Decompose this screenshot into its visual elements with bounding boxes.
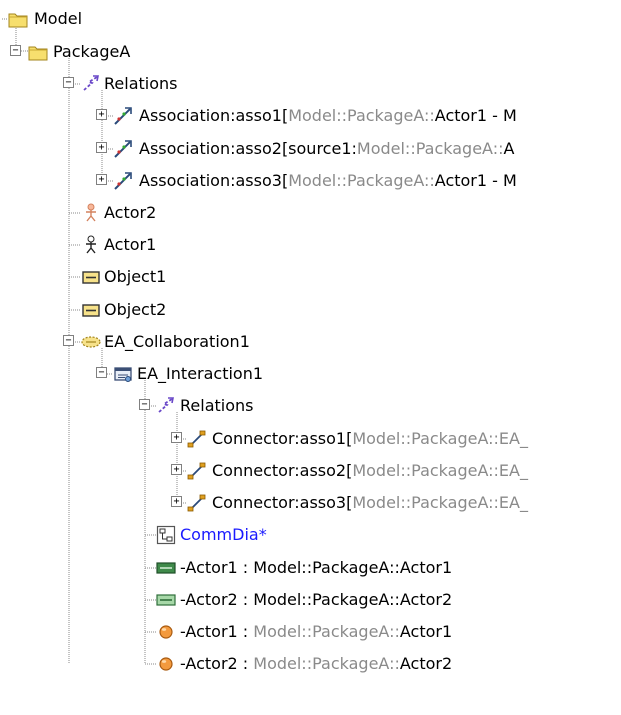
connector-asso2-node[interactable]: + Connector:asso2[Model::PackageA::EA_ xyxy=(0,455,621,487)
actor2-part-label: -Actor2 : Model::PackageA::Actor2 xyxy=(180,590,453,609)
ea-collaboration1-label: EA_Collaboration1 xyxy=(104,332,250,351)
association-icon xyxy=(113,106,133,126)
association-asso2-node[interactable]: + Association:asso2[source1:Model::Packa… xyxy=(0,133,621,165)
interaction-icon xyxy=(113,364,133,384)
actor2-node[interactable]: Actor2 xyxy=(0,197,621,229)
relations-node-2[interactable]: − Relations xyxy=(0,390,621,422)
connector-icon xyxy=(187,493,207,513)
model-node[interactable]: Model xyxy=(0,3,621,35)
expand-toggle[interactable]: + xyxy=(96,109,107,120)
object-icon xyxy=(81,267,101,287)
actor2-lifeline-node[interactable]: -Actor2 : Model::PackageA::Actor2 xyxy=(0,648,621,680)
actor1-lifeline-label: -Actor1 : Model::PackageA::Actor1 xyxy=(180,622,453,641)
connector-asso2-label: Connector:asso2[Model::PackageA::EA_ xyxy=(212,461,528,480)
expand-toggle[interactable]: + xyxy=(171,432,182,443)
ea-interaction1-node[interactable]: − EA_Interaction1 xyxy=(0,358,621,390)
actor1-node[interactable]: Actor1 xyxy=(0,229,621,261)
commdia-node[interactable]: CommDia* xyxy=(0,519,621,551)
model-node-label: Model xyxy=(34,9,83,28)
ea-collaboration1-node[interactable]: − EA_Collaboration1 xyxy=(0,326,621,358)
association-asso2-label: Association:asso2[source1:Model::Package… xyxy=(139,139,515,158)
connector-icon xyxy=(187,461,207,481)
containment-tree: Model − PackageA − Relations + Associati… xyxy=(0,0,621,715)
connector-icon xyxy=(187,429,207,449)
connector-asso1-node[interactable]: + Connector:asso1[Model::PackageA::EA_ xyxy=(0,423,621,455)
commdia-label: CommDia* xyxy=(180,525,267,544)
expand-toggle[interactable]: + xyxy=(96,174,107,185)
relations-icon xyxy=(81,74,101,94)
relations-node-label: Relations xyxy=(104,74,178,93)
association-asso1-label: Association:asso1[Model::PackageA::Actor… xyxy=(139,106,517,125)
ea-interaction1-label: EA_Interaction1 xyxy=(137,364,264,383)
object2-node[interactable]: Object2 xyxy=(0,294,621,326)
expand-toggle[interactable]: + xyxy=(96,142,107,153)
object1-node-label: Object1 xyxy=(104,267,167,286)
actor2-part-node[interactable]: -Actor2 : Model::PackageA::Actor2 xyxy=(0,584,621,616)
collapse-toggle[interactable]: − xyxy=(63,77,74,88)
actor1-part-node[interactable]: -Actor1 : Model::PackageA::Actor1 xyxy=(0,552,621,584)
collapse-toggle[interactable]: − xyxy=(63,335,74,346)
part-light-icon xyxy=(156,590,176,610)
relations-node[interactable]: − Relations xyxy=(0,68,621,100)
packagea-node[interactable]: − PackageA xyxy=(0,36,621,68)
diagram-icon xyxy=(156,525,176,545)
collapse-toggle[interactable]: − xyxy=(96,367,107,378)
expand-toggle[interactable]: + xyxy=(171,496,182,507)
actor-orange-icon xyxy=(81,203,101,223)
collaboration-icon xyxy=(81,332,101,352)
object2-node-label: Object2 xyxy=(104,300,167,319)
collapse-toggle[interactable]: − xyxy=(139,399,150,410)
lifeline-icon xyxy=(156,622,176,642)
association-icon xyxy=(113,171,133,191)
object-icon xyxy=(81,300,101,320)
actor1-node-label: Actor1 xyxy=(104,235,157,254)
expand-toggle[interactable]: + xyxy=(171,464,182,475)
actor1-lifeline-node[interactable]: -Actor1 : Model::PackageA::Actor1 xyxy=(0,616,621,648)
lifeline-icon xyxy=(156,654,176,674)
relations-node-2-label: Relations xyxy=(180,396,254,415)
folder-icon xyxy=(8,9,28,29)
association-asso3-node[interactable]: + Association:asso3[Model::PackageA::Act… xyxy=(0,165,621,197)
connector-asso1-label: Connector:asso1[Model::PackageA::EA_ xyxy=(212,429,528,448)
collapse-toggle[interactable]: − xyxy=(10,45,21,56)
connector-asso3-node[interactable]: + Connector:asso3[Model::PackageA::EA_ xyxy=(0,487,621,519)
part-dark-icon xyxy=(156,558,176,578)
actor1-part-label: -Actor1 : Model::PackageA::Actor1 xyxy=(180,558,453,577)
actor-icon xyxy=(81,235,101,255)
actor2-node-label: Actor2 xyxy=(104,203,157,222)
association-icon xyxy=(113,139,133,159)
relations-icon xyxy=(156,396,176,416)
connector-asso3-label: Connector:asso3[Model::PackageA::EA_ xyxy=(212,493,528,512)
actor2-lifeline-label: -Actor2 : Model::PackageA::Actor2 xyxy=(180,654,453,673)
packagea-node-label: PackageA xyxy=(53,42,131,61)
folder-icon xyxy=(28,42,48,62)
object1-node[interactable]: Object1 xyxy=(0,261,621,293)
association-asso3-label: Association:asso3[Model::PackageA::Actor… xyxy=(139,171,517,190)
association-asso1-node[interactable]: + Association:asso1[Model::PackageA::Act… xyxy=(0,100,621,132)
